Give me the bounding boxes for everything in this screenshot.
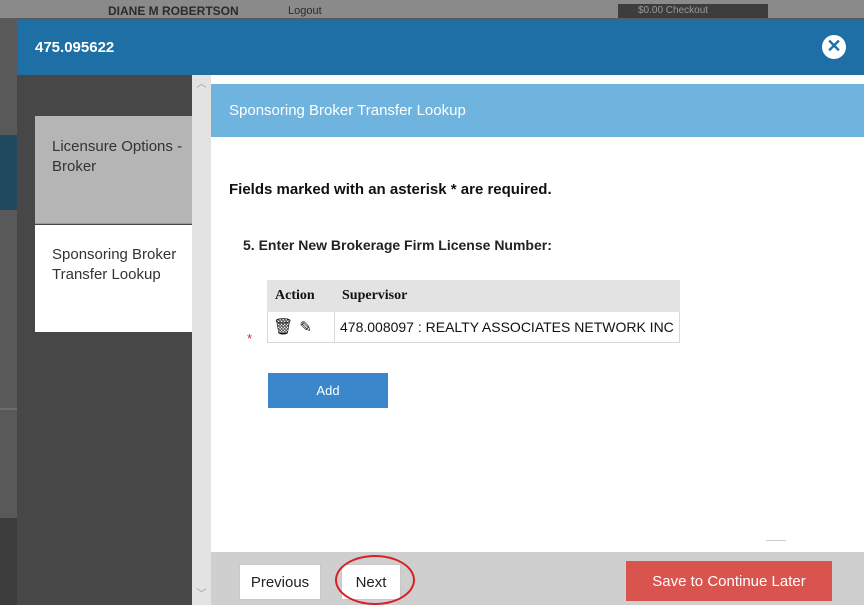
column-header-supervisor: Supervisor (334, 280, 680, 312)
required-asterisk: * (247, 331, 253, 346)
previous-button[interactable]: Previous (239, 564, 321, 600)
close-icon[interactable]: ✕ (822, 35, 846, 59)
column-header-action: Action (267, 280, 335, 312)
background-logout-link: Logout (288, 5, 322, 17)
question-label: 5. Enter New Brokerage Firm License Numb… (243, 237, 552, 253)
sidebar-scrollbar[interactable]: ︿ ﹀ (192, 75, 211, 605)
save-continue-later-button[interactable]: Save to Continue Later (626, 561, 832, 601)
divider (766, 540, 786, 541)
sidebar-item-label: Licensure Options - Broker (52, 138, 183, 175)
required-fields-note: Fields marked with an asterisk * are req… (229, 181, 552, 198)
main-content: Sponsoring Broker Transfer Lookup Fields… (211, 75, 864, 605)
supervisor-cell: 478.008097 : REALTY ASSOCIATES NETWORK I… (334, 311, 680, 343)
background-user-name: DIANE M ROBERTSON (108, 4, 239, 18)
supervisor-table: Action Supervisor 🗑 ✎ 478.008097 : REALTY… (267, 280, 680, 343)
trash-icon[interactable]: 🗑 (273, 317, 293, 337)
background-cart: $0.00 Checkout (618, 4, 768, 18)
edit-icon[interactable]: ✎ (299, 318, 312, 336)
modal-title: 475.095622 (35, 39, 115, 56)
sidebar-item-sponsoring-broker-transfer[interactable]: Sponsoring Broker Transfer Lookup (35, 225, 192, 332)
sidebar-item-licensure-options[interactable]: Licensure Options - Broker (35, 116, 192, 224)
add-button[interactable]: Add (268, 373, 388, 408)
scroll-up-icon[interactable]: ︿ (192, 77, 211, 93)
sidebar-item-label: Sponsoring Broker Transfer Lookup (52, 246, 177, 283)
section-header: Sponsoring Broker Transfer Lookup (211, 84, 864, 137)
modal-header: 475.095622 ✕ (17, 19, 864, 75)
table-row: 🗑 ✎ 478.008097 : REALTY ASSOCIATES NETWOR… (267, 311, 680, 343)
table-header-row: Action Supervisor (267, 280, 680, 312)
license-modal: 475.095622 ✕ Licensure Options - Broker … (17, 19, 864, 605)
modal-body: Licensure Options - Broker Sponsoring Br… (17, 75, 864, 605)
action-cell: 🗑 ✎ (267, 311, 335, 343)
sidebar-nav: Licensure Options - Broker Sponsoring Br… (17, 75, 211, 605)
next-button[interactable]: Next (341, 564, 401, 600)
scroll-down-icon[interactable]: ﹀ (192, 587, 211, 603)
modal-footer: Previous Next Save to Continue Later (211, 552, 864, 605)
section-title: Sponsoring Broker Transfer Lookup (229, 102, 466, 119)
background-topbar: DIANE M ROBERTSON Logout $0.00 Checkout (0, 0, 864, 18)
